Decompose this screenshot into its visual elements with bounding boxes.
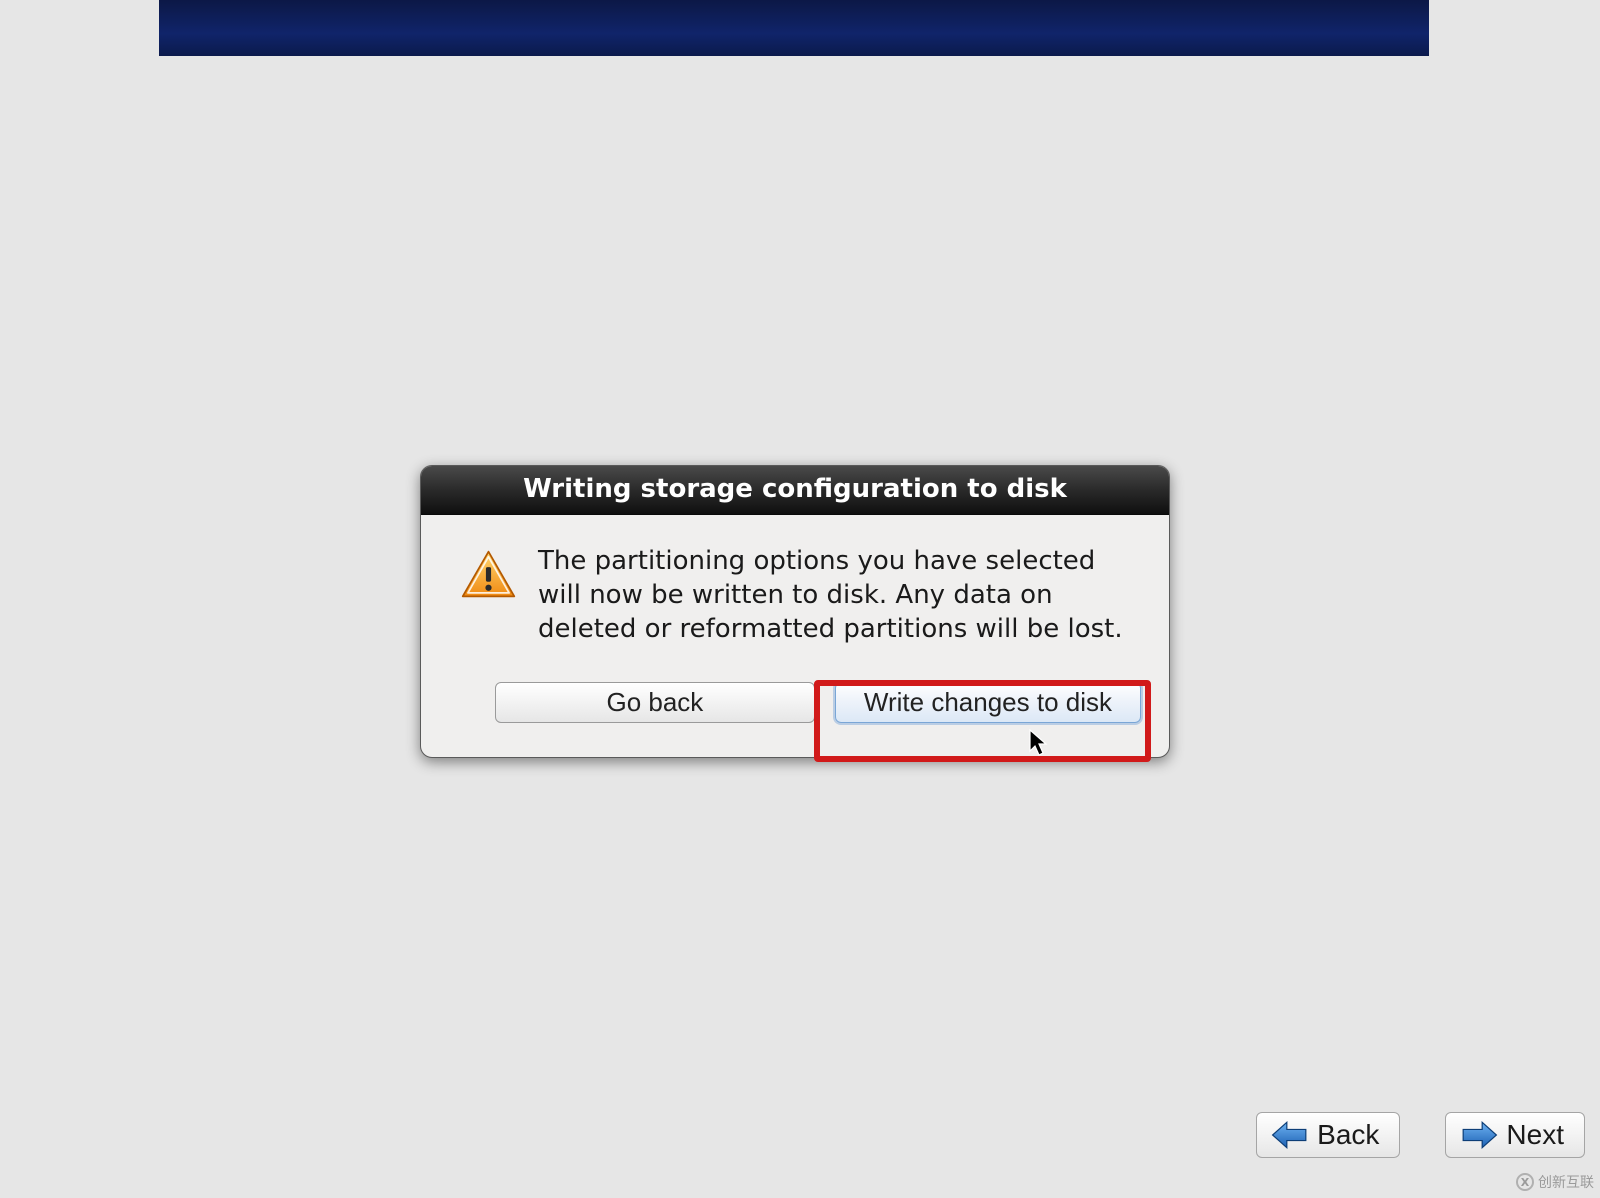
- watermark-badge-icon: X: [1516, 1173, 1534, 1191]
- wizard-footer: Back Next: [1256, 1112, 1585, 1158]
- dialog-actions: Go back Write changes to disk: [421, 656, 1169, 757]
- confirm-dialog: Writing storage configuration to disk Th…: [420, 465, 1170, 758]
- arrow-right-icon: [1460, 1120, 1498, 1150]
- write-changes-button[interactable]: Write changes to disk: [835, 682, 1141, 723]
- next-button-label: Next: [1506, 1119, 1564, 1151]
- watermark-text: 创新互联: [1538, 1172, 1594, 1192]
- back-button-label: Back: [1317, 1119, 1379, 1151]
- warning-icon: [461, 549, 516, 599]
- dialog-title: Writing storage configuration to disk: [421, 466, 1169, 515]
- go-back-button[interactable]: Go back: [495, 682, 815, 723]
- installer-header-banner: [159, 0, 1429, 56]
- back-button[interactable]: Back: [1256, 1112, 1400, 1158]
- next-button[interactable]: Next: [1445, 1112, 1585, 1158]
- watermark: X 创新互联: [1516, 1172, 1594, 1192]
- dialog-body: The partitioning options you have select…: [421, 515, 1169, 656]
- arrow-left-icon: [1271, 1120, 1309, 1150]
- dialog-message: The partitioning options you have select…: [538, 545, 1139, 646]
